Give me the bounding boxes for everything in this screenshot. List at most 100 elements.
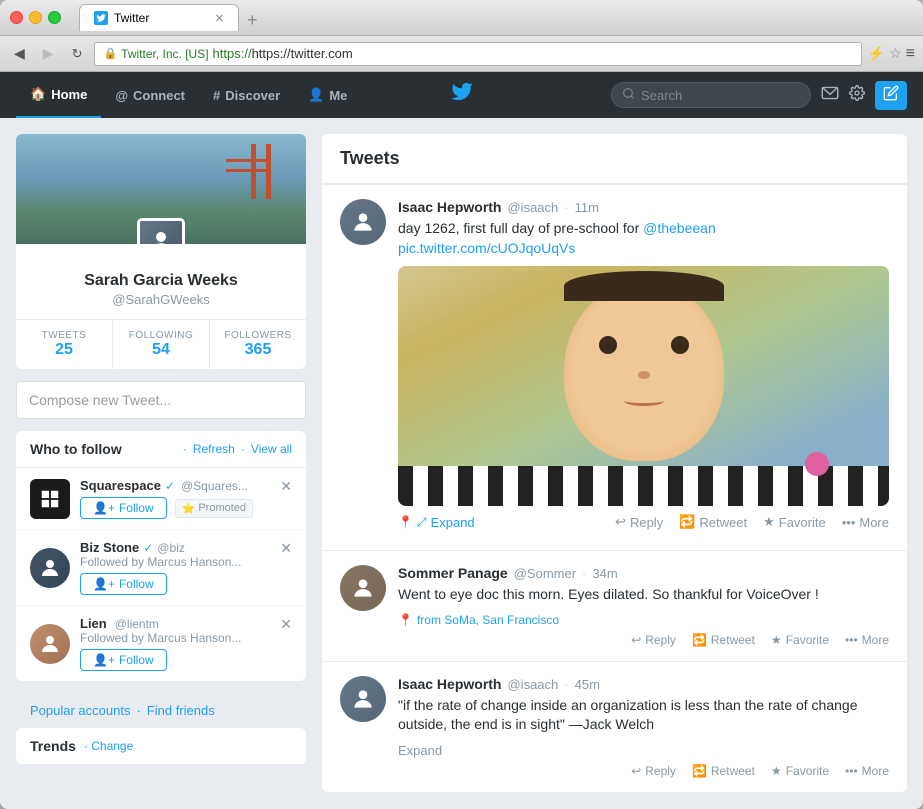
menu-button[interactable]: ≡ (906, 45, 915, 63)
tweet-1-link2[interactable]: pic.twitter.com/cUOJqoUqVs (398, 240, 575, 256)
tweet-1-expand[interactable]: Expand (431, 515, 475, 530)
tweet-1-more-action[interactable]: ••• More (842, 514, 889, 530)
promoted-star-icon: ⭐ (182, 502, 196, 515)
view-all-link[interactable]: View all (251, 442, 292, 456)
following-stat[interactable]: FOLLOWING 54 (113, 320, 210, 369)
settings-button[interactable] (849, 85, 865, 106)
more-label2: More (862, 633, 889, 647)
tweet-1-avatar (340, 199, 386, 245)
lien-close-button[interactable]: ✕ (280, 616, 292, 633)
nav-me[interactable]: 👤 Me (294, 72, 361, 118)
tab-favicon (94, 11, 108, 25)
tweet-2-actions: ↩ Reply 🔁 Retweet ★ Favorite (398, 633, 889, 647)
lien-info: Lien @lientm Followed by Marcus Hanson..… (80, 616, 292, 671)
biz-follow-button[interactable]: 👤+ Follow (80, 573, 167, 595)
retweet-icon: 🔁 (679, 514, 695, 530)
tweet-1-reply-action[interactable]: ↩ Reply (615, 514, 663, 530)
forward-button[interactable]: ▶ (37, 42, 60, 65)
compose-placeholder: Compose new Tweet... (29, 392, 171, 408)
biz-name-row: Biz Stone ✓ @biz (80, 540, 292, 555)
compose-tweet-box[interactable]: Compose new Tweet... (16, 381, 306, 419)
follow-item-biz: Biz Stone ✓ @biz Followed by Marcus Hans… (16, 530, 306, 606)
favorite-icon: ★ (763, 514, 775, 530)
biz-verified-icon: ✓ (143, 541, 153, 555)
reply-icon3: ↩ (631, 764, 641, 778)
nav-home[interactable]: 🏠 Home (16, 72, 101, 118)
tweet-2-retweet-action[interactable]: 🔁 Retweet (692, 633, 755, 647)
followers-label: FOLLOWERS (216, 330, 300, 341)
nav-center (448, 80, 476, 110)
profile-info: Sarah Garcia Weeks @SarahGWeeks (16, 244, 306, 319)
browser-toolbar: ◀ ▶ ↻ 🔒 Twitter, Inc. [US] https://https… (0, 36, 923, 72)
trends-change[interactable]: · Change (84, 739, 133, 753)
promoted-label: Promoted (198, 502, 246, 514)
tweet-1-text: day 1262, first full day of pre-school f… (398, 219, 889, 258)
mail-button[interactable] (821, 86, 839, 105)
nav-discover[interactable]: # Discover (199, 72, 294, 118)
tweet-3-retweet-action[interactable]: 🔁 Retweet (692, 764, 755, 778)
twitter-bird-icon (448, 82, 476, 109)
tweet-3-reply-action[interactable]: ↩ Reply (631, 764, 676, 778)
nav-connect[interactable]: @ Connect (101, 72, 199, 118)
retweet-icon2: 🔁 (692, 633, 707, 647)
tweet-3-handle: @isaach (507, 677, 558, 692)
home-icon: 🏠 (30, 86, 46, 102)
tweet-3-time: 45m (575, 677, 600, 692)
tweet-3-avatar (340, 676, 386, 722)
favorite-icon2: ★ (771, 633, 782, 647)
lien-handle: @lientm (115, 617, 159, 631)
url-domain: https://twitter.com (252, 46, 353, 61)
tweet-2-reply-action[interactable]: ↩ Reply (631, 633, 676, 647)
search-bar[interactable] (611, 82, 811, 108)
twitter-content: Sarah Garcia Weeks @SarahGWeeks TWEETS 2… (0, 118, 923, 809)
traffic-lights (10, 11, 61, 24)
address-bar[interactable]: 🔒 Twitter, Inc. [US] https://https://twi… (94, 42, 861, 66)
following-count: 54 (119, 341, 203, 359)
tweet-2-favorite-action[interactable]: ★ Favorite (771, 633, 829, 647)
tweet-3-favorite-action[interactable]: ★ Favorite (771, 764, 829, 778)
back-button[interactable]: ◀ (8, 42, 31, 65)
favorite-label: Favorite (779, 515, 826, 530)
tweet-1-favorite-action[interactable]: ★ Favorite (763, 514, 826, 530)
refresh-link[interactable]: Refresh (193, 442, 235, 456)
biz-close-button[interactable]: ✕ (280, 540, 292, 557)
bookmark-button[interactable]: ⚡ (868, 45, 885, 63)
lien-add-icon: 👤+ (93, 653, 115, 667)
following-label: FOLLOWING (119, 330, 203, 341)
search-input[interactable] (641, 88, 781, 103)
dot-separator: · (183, 442, 187, 456)
tab-close-button[interactable]: ✕ (215, 12, 224, 25)
followers-stat[interactable]: FOLLOWERS 365 (210, 320, 306, 369)
squarespace-follow-button[interactable]: 👤+ Follow (80, 497, 167, 519)
tweet-1-link1[interactable]: @thebeean (643, 220, 716, 236)
tweet-3-expand[interactable]: Expand (398, 743, 442, 758)
minimize-window-button[interactable] (29, 11, 42, 24)
popular-accounts-link[interactable]: Popular accounts (30, 703, 130, 718)
more-label3: More (862, 764, 889, 778)
location-pin-icon: 📍 (398, 515, 413, 529)
reply-label2: Reply (645, 633, 676, 647)
squarespace-close-button[interactable]: ✕ (280, 478, 292, 495)
biz-info: Biz Stone ✓ @biz Followed by Marcus Hans… (80, 540, 292, 595)
trends-card: Trends · Change (16, 728, 306, 765)
tab-title: Twitter (114, 11, 149, 25)
tweet-2-location-link[interactable]: from SoMa, San Francisco (417, 613, 559, 627)
star-button[interactable]: ☆ (889, 45, 902, 63)
browser-tab-twitter[interactable]: Twitter ✕ (79, 4, 239, 31)
tweet-2-more-action[interactable]: ••• More (845, 633, 889, 647)
lien-follow-button[interactable]: 👤+ Follow (80, 649, 167, 671)
new-tab-button[interactable]: + (239, 10, 266, 31)
compose-tweet-button[interactable] (875, 81, 907, 110)
tweet-1-name: Isaac Hepworth (398, 199, 501, 215)
reload-button[interactable]: ↻ (66, 43, 89, 65)
promoted-badge: ⭐ Promoted (175, 499, 253, 518)
maximize-window-button[interactable] (48, 11, 61, 24)
find-friends-link[interactable]: Find friends (147, 703, 215, 718)
follow-item-lien: Lien @lientm Followed by Marcus Hanson..… (16, 606, 306, 681)
twitter-page: 🏠 Home @ Connect # Discover 👤 Me (0, 72, 923, 809)
close-window-button[interactable] (10, 11, 23, 24)
main-feed: Tweets Isaac Hepworth @isaach · 11m (322, 134, 907, 793)
tweet-3-more-action[interactable]: ••• More (845, 764, 889, 778)
tweets-stat[interactable]: TWEETS 25 (16, 320, 113, 369)
tweet-1-retweet-action[interactable]: 🔁 Retweet (679, 514, 747, 530)
